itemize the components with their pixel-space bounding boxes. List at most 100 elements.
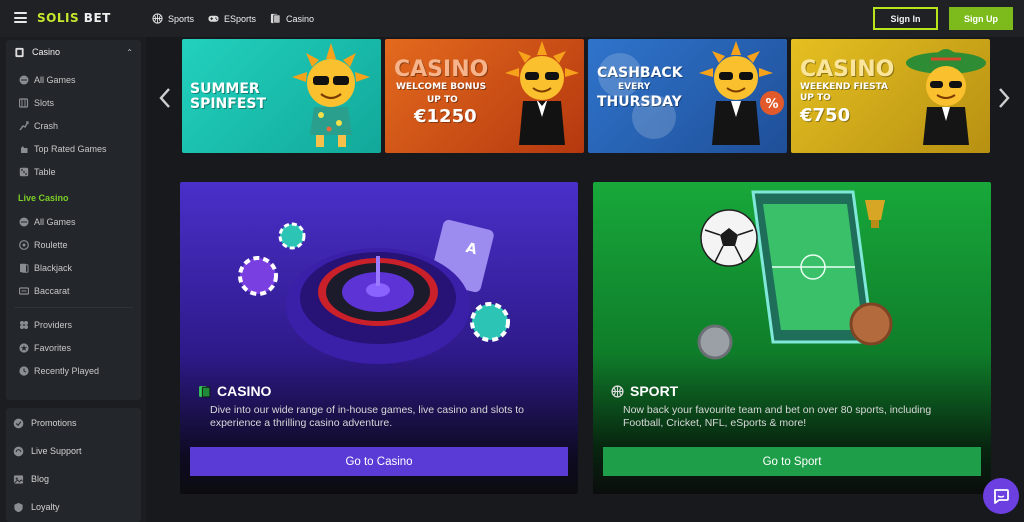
banner-weekend-fiesta[interactable]: CASINO WEEKEND FIESTA UP TO €750 [791, 39, 990, 153]
banner-text-line1: SUMMER [190, 81, 260, 97]
sidebar-item-live-all-games[interactable]: All Games [6, 210, 141, 233]
carousel-prev-arrow[interactable] [158, 87, 172, 109]
sidebar-item-top-rated[interactable]: Top Rated Games [6, 137, 141, 160]
sidebar-item-baccarat[interactable]: Baccarat [6, 279, 141, 302]
casino-card-title-text: CASINO [217, 383, 272, 399]
nav-sports-label: Sports [168, 13, 195, 24]
svg-text:%: % [765, 97, 778, 112]
dice-icon [19, 167, 29, 177]
slots-icon [19, 97, 29, 108]
blackjack-icon [19, 263, 29, 273]
logo-part1: SOLIS [37, 11, 80, 25]
sidebar-item-label: Blackjack [34, 262, 73, 273]
sidebar-bottom-section: Promotions Live Support Blog Loyalty [6, 408, 141, 522]
baccarat-icon [19, 286, 29, 296]
go-to-sport-button[interactable]: Go to Sport [603, 447, 981, 476]
banner-text-line1: CASINO [394, 57, 489, 82]
sidebar-item-crash[interactable]: Crash [6, 114, 141, 137]
banner-casino-welcome[interactable]: CASINO WELCOME BONUS UP TO €1250 [385, 39, 584, 153]
nav-casino-label: Casino [286, 13, 315, 24]
sidebar-item-label: Promotions [31, 418, 77, 428]
banner-text-line3: UP TO [427, 95, 458, 105]
banner-text-line1: CASHBACK [597, 65, 683, 81]
sidebar-casino-header[interactable]: Casino ⌃ [6, 40, 141, 64]
chat-icon [994, 489, 1009, 504]
cards-icon [270, 13, 281, 24]
sidebar-item-label: Providers [34, 319, 73, 330]
banner-text-line2: WELCOME BONUS [396, 82, 487, 92]
sidebar-item-label: Slots [34, 97, 55, 108]
sidebar-item-blog[interactable]: Blog [6, 465, 141, 493]
menu-icon[interactable] [14, 12, 27, 23]
live-chat-button[interactable] [983, 478, 1019, 514]
sidebar-item-promotions[interactable]: Promotions [6, 409, 141, 437]
sidebar-item-providers[interactable]: Providers [6, 313, 141, 336]
sign-in-button[interactable]: Sign In [873, 7, 938, 30]
loyalty-icon [14, 502, 23, 512]
sport-card-description: Now back your favourite team and bet on … [623, 404, 932, 429]
casino-promo-card: A CASINO Dive into our wide range of in-… [180, 182, 578, 494]
sun-mascot-image [292, 43, 370, 147]
basketball-icon [152, 13, 163, 24]
sidebar-item-recently-played[interactable]: Recently Played [6, 359, 141, 382]
sidebar-item-favorites[interactable]: Favorites [6, 336, 141, 359]
sidebar-item-loyalty[interactable]: Loyalty [6, 493, 141, 521]
banner-summer-spinfest[interactable]: SUMMER SPINFEST [182, 39, 381, 153]
go-to-casino-button[interactable]: Go to Casino [190, 447, 568, 476]
sidebar-item-label: Table [34, 166, 56, 177]
banner-text-line4: €750 [800, 105, 851, 126]
nav-sports[interactable]: Sports [152, 13, 194, 24]
top-nav: Sports ESports Casino [152, 0, 314, 37]
sidebar-item-label: Loyalty [31, 502, 60, 512]
banner-text-line1: CASINO [800, 57, 895, 82]
sidebar-casino-section: Casino ⌃ All Games Slots Crash Top Rated… [6, 40, 141, 400]
sidebar-item-label: Top Rated Games [34, 143, 107, 154]
logo-part2: BET [83, 11, 111, 25]
banner-text-line3: THURSDAY [597, 94, 682, 110]
sidebar-item-label: All Games [34, 74, 76, 85]
gamepad-icon [208, 15, 219, 22]
carousel-next-arrow[interactable] [997, 87, 1011, 109]
sidebar-item-label: All Games [34, 216, 76, 227]
sidebar-item-label: Blog [31, 474, 50, 484]
hand-icon [19, 144, 29, 154]
sidebar-item-table[interactable]: Table [6, 160, 141, 183]
all-games-icon [19, 75, 29, 85]
nav-esports-label: ESports [224, 13, 257, 24]
support-icon [13, 446, 24, 456]
sidebar-casino-label: Casino [32, 47, 61, 57]
providers-icon [19, 320, 29, 330]
chevron-up-icon[interactable]: ⌃ [126, 48, 133, 57]
cards-icon [199, 385, 211, 397]
roulette-icon [19, 239, 29, 250]
basketball-icon [611, 384, 624, 398]
star-icon [19, 342, 29, 353]
sidebar-item-blackjack[interactable]: Blackjack [6, 256, 141, 279]
sidebar-item-all-games[interactable]: All Games [6, 68, 141, 91]
sidebar-divider [14, 307, 133, 308]
promo-icon [13, 418, 24, 428]
sidebar: Casino ⌃ All Games Slots Crash Top Rated… [0, 37, 146, 522]
sport-card-title-text: SPORT [630, 383, 679, 399]
sign-up-button[interactable]: Sign Up [949, 7, 1013, 30]
banner-text-line2: WEEKEND FIESTA [800, 82, 889, 92]
crash-icon [19, 120, 29, 131]
sport-promo-card: SPORT Now back your favourite team and b… [593, 182, 991, 494]
sidebar-live-casino-header[interactable]: Live Casino [6, 186, 141, 210]
casino-card-description: Dive into our wide range of in-house gam… [210, 404, 525, 429]
football-pitch-image [697, 190, 893, 360]
banner-cashback-thursday[interactable]: CASHBACK EVERY THURSDAY % [588, 39, 787, 153]
sidebar-item-slots[interactable]: Slots [6, 91, 141, 114]
sidebar-item-label: Baccarat [34, 285, 70, 296]
sidebar-item-label: Crash [34, 120, 59, 131]
blog-icon [13, 474, 24, 484]
sidebar-item-roulette[interactable]: Roulette [6, 233, 141, 256]
sun-mascot-sombrero-image [906, 49, 986, 145]
cards-icon [15, 47, 24, 57]
sidebar-item-live-support[interactable]: Live Support [6, 437, 141, 465]
logo[interactable]: SOLIS BET [37, 11, 111, 25]
nav-esports[interactable]: ESports [208, 13, 256, 24]
nav-casino[interactable]: Casino [270, 13, 314, 24]
sidebar-item-label: Roulette [34, 239, 68, 250]
clock-icon [19, 365, 29, 376]
